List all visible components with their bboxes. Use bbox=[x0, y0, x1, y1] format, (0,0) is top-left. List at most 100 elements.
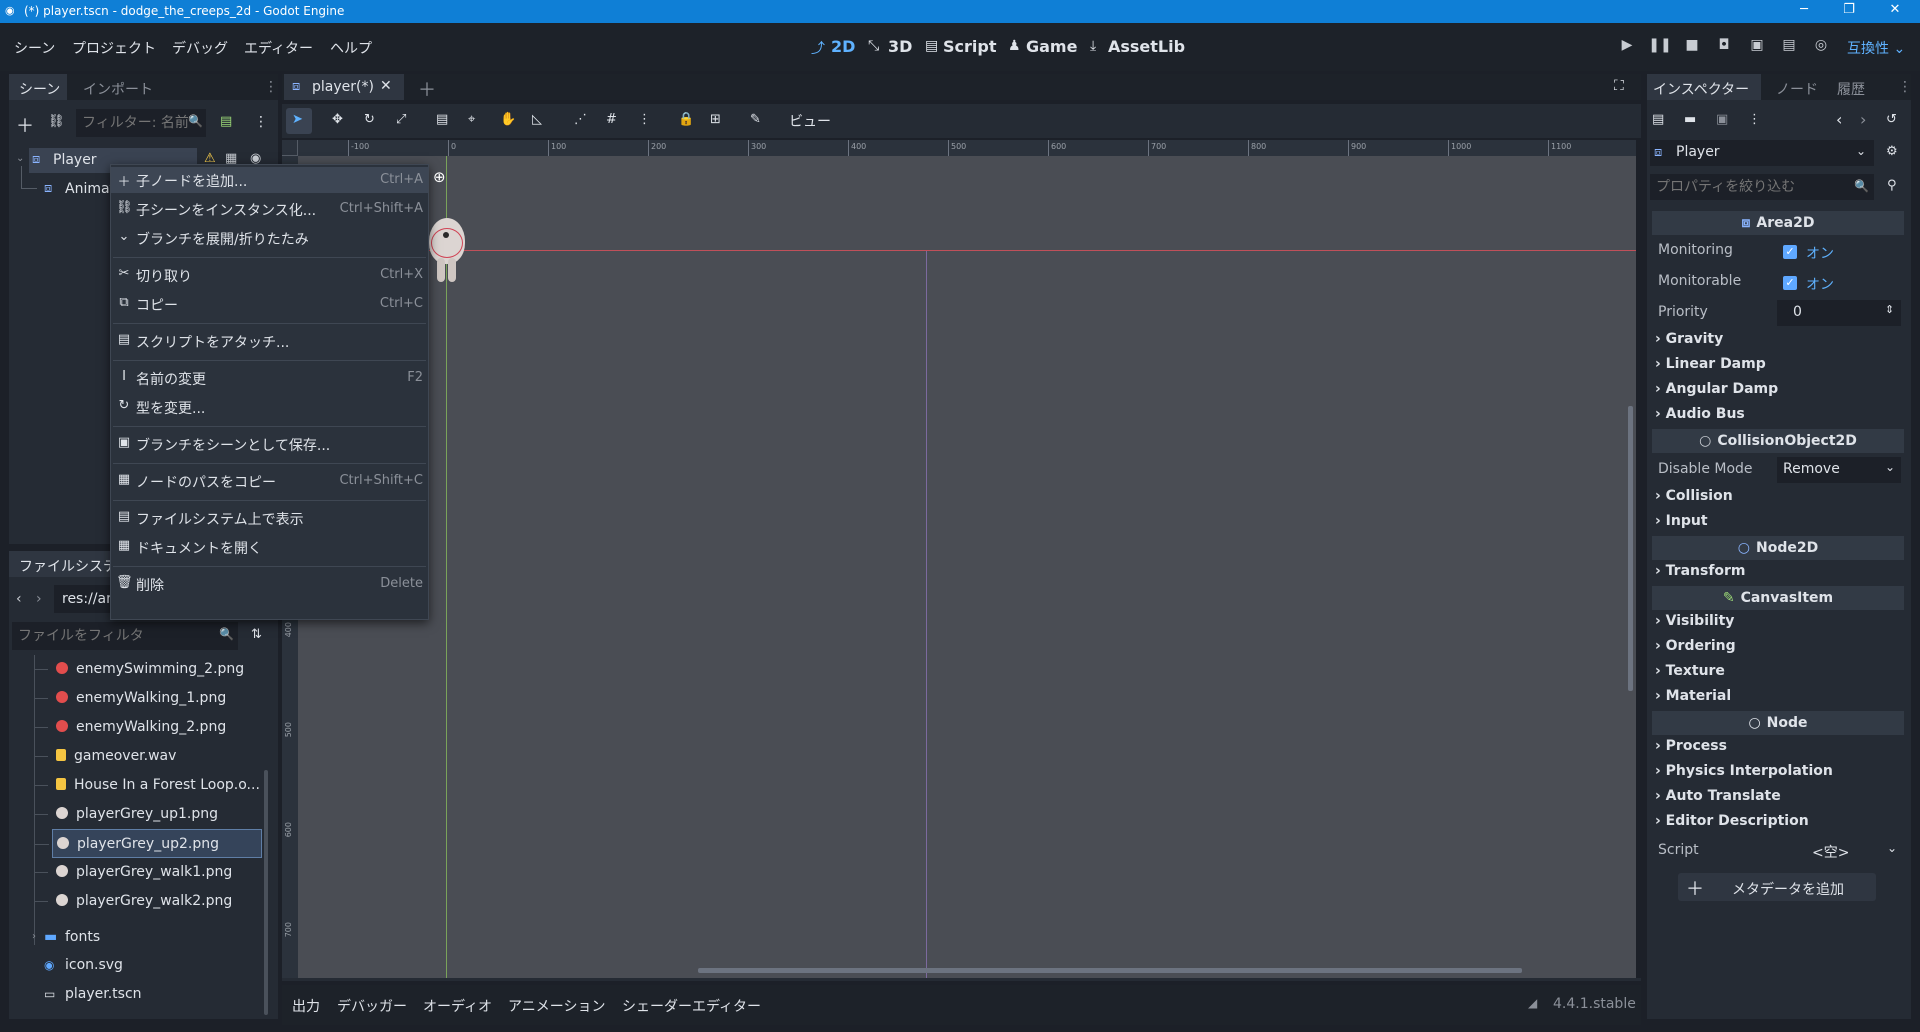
menu-item-add-child-node[interactable]: ＋ 子ノードを追加... Ctrl+A bbox=[111, 167, 428, 193]
category-editor-description[interactable]: › Editor Description bbox=[1655, 813, 1809, 829]
category-visibility[interactable]: › Visibility bbox=[1655, 613, 1734, 629]
menu-item-copy[interactable]: ⧉ コピー Ctrl+C bbox=[111, 291, 428, 317]
new-resource-icon[interactable]: ▤ bbox=[1652, 112, 1664, 127]
node-name-animatedsprite[interactable]: Animat bbox=[65, 181, 115, 197]
viewport-vscrollbar[interactable] bbox=[1628, 406, 1633, 691]
mode-assetlib-button[interactable]: AssetLib bbox=[1108, 37, 1185, 56]
mode-script-button[interactable]: Script bbox=[943, 37, 996, 56]
bottom-tab-debugger[interactable]: デバッガー bbox=[337, 996, 407, 1016]
pan-tool-icon[interactable]: ✋ bbox=[500, 112, 516, 127]
menu-item-open-documentation[interactable]: ▦ ドキュメントを開く bbox=[111, 534, 428, 560]
bone-tool-icon[interactable]: ✎ bbox=[750, 112, 761, 127]
category-auto-translate[interactable]: › Auto Translate bbox=[1655, 788, 1781, 804]
2d-viewport[interactable] bbox=[298, 156, 1636, 978]
tab-import[interactable]: インポート bbox=[83, 79, 153, 99]
move-tool-icon[interactable]: ✥ bbox=[332, 112, 343, 127]
file-item[interactable]: House In a Forest Loop.o... bbox=[34, 771, 262, 800]
tab-scene[interactable]: シーン bbox=[19, 79, 60, 99]
renderer-compat-dropdown[interactable]: 互換性 ⌄ bbox=[1847, 38, 1905, 58]
forward-icon[interactable]: › bbox=[36, 591, 42, 607]
menu-item-cut[interactable]: ✂ 切り取り Ctrl+X bbox=[111, 262, 428, 288]
category-process[interactable]: › Process bbox=[1655, 738, 1727, 754]
filesystem-scrollbar[interactable] bbox=[264, 770, 268, 1015]
view-menu[interactable]: ビュー bbox=[789, 111, 831, 131]
bottom-tab-audio[interactable]: オーディオ bbox=[423, 996, 492, 1016]
version-label[interactable]: 4.4.1.stable bbox=[1553, 996, 1636, 1012]
maximize-button[interactable]: ❐ bbox=[1829, 2, 1869, 17]
category-gravity[interactable]: › Gravity bbox=[1655, 331, 1723, 347]
group-select-icon[interactable]: ⊞ bbox=[710, 112, 721, 127]
folder-fonts[interactable]: fonts bbox=[65, 929, 100, 945]
monitorable-checkbox[interactable]: ✓ bbox=[1783, 276, 1797, 290]
object-selector[interactable]: ⧈ Player ⌄ bbox=[1650, 140, 1874, 166]
script-value-field[interactable]: <空> ⌄ bbox=[1777, 838, 1901, 864]
close-tab-icon[interactable]: ✕ bbox=[380, 78, 392, 94]
sort-icon[interactable]: ⇅ bbox=[251, 627, 262, 642]
scene-tab[interactable]: ⧈ player(*) ✕ bbox=[284, 74, 404, 100]
collapse-arrow-icon[interactable]: ⌄ bbox=[16, 153, 24, 164]
load-resource-icon[interactable]: ▬ bbox=[1684, 112, 1696, 127]
rotate-tool-icon[interactable]: ↻ bbox=[364, 112, 375, 127]
category-material[interactable]: › Material bbox=[1655, 688, 1731, 704]
minimize-button[interactable]: ─ bbox=[1784, 2, 1824, 17]
remote-debug-icon[interactable]: ◘ bbox=[1712, 37, 1736, 61]
file-item[interactable]: enemyWalking_1.png bbox=[34, 684, 262, 713]
dock-menu-icon[interactable]: ⋮ bbox=[264, 79, 278, 95]
menu-project[interactable]: プロジェクト bbox=[72, 38, 156, 58]
menu-item-expand-collapse-branch[interactable]: ⌄ ブランチを展開/折りたたみ bbox=[111, 225, 428, 251]
menu-help[interactable]: ヘルプ bbox=[330, 38, 372, 58]
back-icon[interactable]: ‹ bbox=[16, 591, 22, 607]
menu-editor[interactable]: エディター bbox=[244, 38, 313, 58]
save-resource-icon[interactable]: ▣ bbox=[1716, 112, 1728, 127]
file-item[interactable]: enemyWalking_2.png bbox=[34, 713, 262, 742]
smart-snap-icon[interactable]: ⋰ bbox=[574, 112, 587, 127]
bottom-tab-animation[interactable]: アニメーション bbox=[508, 996, 605, 1016]
file-item[interactable]: gameover.wav bbox=[34, 742, 262, 771]
menu-item-show-in-filesystem[interactable]: ▤ ファイルシステム上で表示 bbox=[111, 505, 428, 531]
history-forward-icon[interactable]: › bbox=[1860, 110, 1866, 129]
file-item[interactable]: playerGrey_up2.png bbox=[35, 829, 262, 858]
dock-menu-icon[interactable]: ⋮ bbox=[1898, 79, 1912, 95]
disable-mode-dropdown[interactable]: Remove ⌄ bbox=[1777, 457, 1901, 483]
add-metadata-button[interactable]: ＋ メタデータを追加 bbox=[1678, 873, 1876, 901]
object-tools-icon[interactable]: ⚙ bbox=[1886, 144, 1898, 159]
category-angular-damp[interactable]: › Angular Damp bbox=[1655, 381, 1778, 397]
priority-spinbox[interactable]: 0 ⇕ bbox=[1777, 300, 1901, 326]
menu-item-copy-node-path[interactable]: ▦ ノードのパスをコピー Ctrl+Shift+C bbox=[111, 468, 428, 494]
viewport-hscrollbar[interactable] bbox=[698, 968, 1522, 973]
scene-menu-icon[interactable]: ⋮ bbox=[254, 114, 268, 130]
menu-item-attach-script[interactable]: ▤ スクリプトをアタッチ... bbox=[111, 328, 428, 354]
file-filter-input[interactable] bbox=[12, 622, 238, 650]
bottom-tab-output[interactable]: 出力 bbox=[292, 996, 320, 1016]
file-icon-svg[interactable]: icon.svg bbox=[65, 957, 123, 973]
file-item[interactable]: playerGrey_up1.png bbox=[34, 800, 262, 829]
path-field[interactable]: res://ar bbox=[54, 585, 114, 613]
resource-menu-icon[interactable]: ⋮ bbox=[1748, 112, 1761, 127]
category-audio-bus[interactable]: › Audio Bus bbox=[1655, 406, 1745, 422]
history-back-icon[interactable]: ‹ bbox=[1836, 110, 1842, 129]
link-instance-icon[interactable]: ⛓ bbox=[48, 114, 65, 129]
category-texture[interactable]: › Texture bbox=[1655, 663, 1725, 679]
add-tab-icon[interactable]: ＋ bbox=[418, 76, 436, 102]
category-input[interactable]: › Input bbox=[1655, 513, 1708, 529]
tab-inspector[interactable]: インスペクター bbox=[1653, 79, 1749, 99]
category-physics-interpolation[interactable]: › Physics Interpolation bbox=[1655, 763, 1833, 779]
scene-filter-input[interactable] bbox=[76, 109, 206, 137]
menu-scene[interactable]: シーン bbox=[14, 38, 55, 58]
object-history-icon[interactable]: ↺ bbox=[1886, 112, 1897, 127]
file-item[interactable]: enemySwimming_2.png bbox=[34, 655, 262, 684]
add-node-icon[interactable]: ＋ bbox=[16, 112, 34, 138]
close-window-button[interactable]: ✕ bbox=[1875, 2, 1915, 17]
ruler-tool-icon[interactable]: ◺ bbox=[532, 112, 542, 127]
mode-3d-button[interactable]: 3D bbox=[888, 37, 912, 56]
category-transform[interactable]: › Transform bbox=[1655, 563, 1746, 579]
grid-snap-icon[interactable]: # bbox=[606, 112, 617, 127]
pause-icon[interactable]: ❚❚ bbox=[1648, 37, 1672, 61]
pivot-tool-icon[interactable]: ⌖ bbox=[468, 112, 475, 127]
inspector-options-icon[interactable]: ⚲ bbox=[1887, 178, 1897, 193]
distraction-free-icon[interactable]: ⛶ bbox=[1614, 78, 1624, 94]
tab-history[interactable]: 履歴 bbox=[1837, 79, 1865, 99]
menu-item-change-type[interactable]: ↻ 型を変更... bbox=[111, 394, 428, 420]
select-tool-icon[interactable]: ➤ bbox=[292, 112, 303, 127]
play-icon[interactable]: ▶ bbox=[1615, 37, 1639, 61]
